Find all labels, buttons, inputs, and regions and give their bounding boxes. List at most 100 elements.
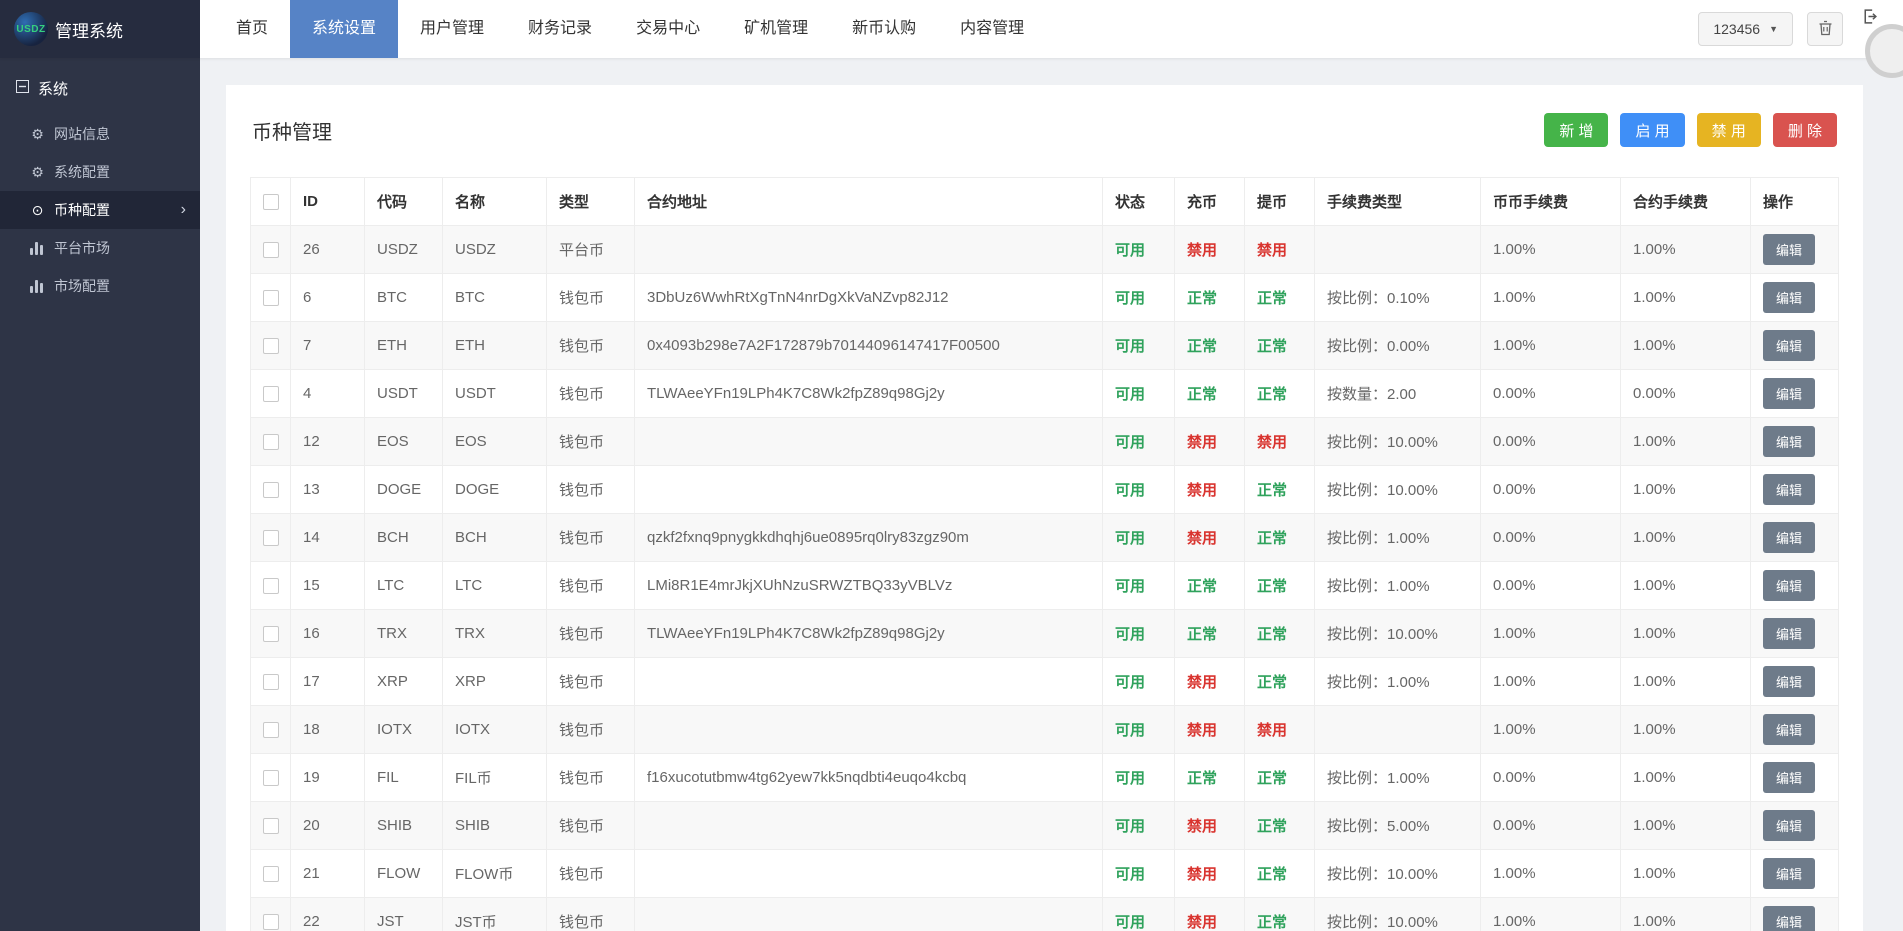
checkbox-cell — [251, 898, 291, 931]
cell-actions: 编辑 — [1751, 850, 1839, 898]
edit-button[interactable]: 编辑 — [1763, 234, 1815, 265]
cell-id: 16 — [291, 610, 365, 658]
cell-contract-fee: 1.00% — [1621, 466, 1751, 514]
row-checkbox[interactable] — [263, 914, 279, 930]
cell-coin-fee: 0.00% — [1481, 418, 1621, 466]
row-checkbox[interactable] — [263, 578, 279, 594]
table-row: 15 LTC LTC 钱包币 LMi8R1E4mrJkjXUhNzuSRWZTB… — [251, 562, 1839, 610]
topnav-item[interactable]: 交易中心 — [614, 0, 722, 58]
topnav-item[interactable]: 财务记录 — [506, 0, 614, 58]
cell-contract-fee: 0.00% — [1621, 370, 1751, 418]
table-row: 21 FLOW FLOW币 钱包币 可用 禁用 正常 按比例：10.00% 1.… — [251, 850, 1839, 898]
sidebar-item[interactable]: ⚙ 系统配置 — [0, 153, 200, 191]
edit-button[interactable]: 编辑 — [1763, 474, 1815, 505]
sidebar-item[interactable]: ⊙ 币种配置 — [0, 191, 200, 229]
column-header: 币币手续费 — [1481, 178, 1621, 226]
topnav-item[interactable]: 系统设置 — [290, 0, 398, 58]
sidebar-item-label: 平台市场 — [54, 238, 110, 258]
checkbox-cell — [251, 850, 291, 898]
row-checkbox[interactable] — [263, 626, 279, 642]
cell-status: 可用 — [1103, 514, 1175, 562]
row-checkbox[interactable] — [263, 290, 279, 306]
cell-withdraw-status: 正常 — [1245, 466, 1315, 514]
topnav: 首页系统设置用户管理财务记录交易中心矿机管理新币认购内容管理 — [214, 0, 1046, 58]
cell-deposit-status: 正常 — [1175, 610, 1245, 658]
main-content: 币种管理 新 增启 用禁 用删 除 ID代码名称类型合约地址状态充币提币手续费类… — [200, 58, 1903, 931]
row-checkbox[interactable] — [263, 530, 279, 546]
enable-button[interactable]: 启 用 — [1620, 113, 1684, 147]
delete-button[interactable]: 删 除 — [1773, 113, 1837, 147]
table-row: 13 DOGE DOGE 钱包币 可用 禁用 正常 按比例：10.00% 0.0… — [251, 466, 1839, 514]
edit-button[interactable]: 编辑 — [1763, 906, 1815, 931]
topnav-item[interactable]: 新币认购 — [830, 0, 938, 58]
table-body: 26 USDZ USDZ 平台币 可用 禁用 禁用 1.00% 1.00% 编辑… — [251, 226, 1839, 931]
edit-button[interactable]: 编辑 — [1763, 378, 1815, 409]
edit-button[interactable]: 编辑 — [1763, 522, 1815, 553]
cell-name: TRX — [443, 610, 547, 658]
cell-withdraw-status: 禁用 — [1245, 706, 1315, 754]
edit-button[interactable]: 编辑 — [1763, 330, 1815, 361]
topnav-item[interactable]: 矿机管理 — [722, 0, 830, 58]
cell-id: 19 — [291, 754, 365, 802]
edit-button[interactable]: 编辑 — [1763, 810, 1815, 841]
sidebar-item[interactable]: 市场配置 — [0, 267, 200, 305]
column-header: 类型 — [547, 178, 635, 226]
trash-icon — [1818, 20, 1833, 39]
trash-button[interactable] — [1807, 12, 1843, 46]
cell-deposit-status: 禁用 — [1175, 514, 1245, 562]
cell-type: 钱包币 — [547, 898, 635, 931]
cell-code: DOGE — [365, 466, 443, 514]
edit-button[interactable]: 编辑 — [1763, 426, 1815, 457]
edit-button[interactable]: 编辑 — [1763, 618, 1815, 649]
row-checkbox[interactable] — [263, 242, 279, 258]
topnav-item[interactable]: 首页 — [214, 0, 290, 58]
cell-id: 15 — [291, 562, 365, 610]
row-checkbox[interactable] — [263, 434, 279, 450]
edit-button[interactable]: 编辑 — [1763, 570, 1815, 601]
cell-contract-address: TLWAeeYFn19LPh4K7C8Wk2fpZ89q98Gj2y — [635, 610, 1103, 658]
user-dropdown[interactable]: 123456 ▼ — [1698, 12, 1793, 46]
cell-deposit-status: 禁用 — [1175, 226, 1245, 274]
cell-fee-type: 按比例：1.00% — [1315, 562, 1481, 610]
table-row: 14 BCH BCH 钱包币 qzkf2fxnq9pnygkkdhqhj6ue0… — [251, 514, 1839, 562]
cell-code: LTC — [365, 562, 443, 610]
sidebar: 系统 ⚙ 网站信息 ⚙ 系统配置 ⊙ 币种配置 平台市场 市场配置 — [0, 58, 200, 931]
logout-button[interactable] — [1857, 7, 1881, 29]
cell-actions: 编辑 — [1751, 562, 1839, 610]
row-checkbox[interactable] — [263, 674, 279, 690]
select-all-checkbox[interactable] — [263, 194, 279, 210]
disable-button[interactable]: 禁 用 — [1697, 113, 1761, 147]
cell-contract-fee: 1.00% — [1621, 418, 1751, 466]
topnav-item[interactable]: 用户管理 — [398, 0, 506, 58]
row-checkbox[interactable] — [263, 722, 279, 738]
row-checkbox[interactable] — [263, 386, 279, 402]
row-checkbox[interactable] — [263, 818, 279, 834]
table-row: 19 FIL FIL币 钱包币 f16xucotutbmw4tg62yew7kk… — [251, 754, 1839, 802]
row-checkbox[interactable] — [263, 866, 279, 882]
cell-type: 钱包币 — [547, 754, 635, 802]
sidebar-section-system[interactable]: 系统 — [0, 58, 200, 115]
topnav-item[interactable]: 内容管理 — [938, 0, 1046, 58]
row-checkbox[interactable] — [263, 482, 279, 498]
cell-deposit-status: 正常 — [1175, 370, 1245, 418]
column-header: 提币 — [1245, 178, 1315, 226]
cell-contract-fee: 1.00% — [1621, 562, 1751, 610]
cell-contract-address — [635, 466, 1103, 514]
checkbox-cell — [251, 274, 291, 322]
edit-button[interactable]: 编辑 — [1763, 714, 1815, 745]
sidebar-item[interactable]: 平台市场 — [0, 229, 200, 267]
row-checkbox[interactable] — [263, 338, 279, 354]
edit-button[interactable]: 编辑 — [1763, 762, 1815, 793]
cell-actions: 编辑 — [1751, 370, 1839, 418]
edit-button[interactable]: 编辑 — [1763, 282, 1815, 313]
edit-button[interactable]: 编辑 — [1763, 666, 1815, 697]
row-checkbox[interactable] — [263, 770, 279, 786]
table-row: 6 BTC BTC 钱包币 3DbUz6WwhRtXgTnN4nrDgXkVaN… — [251, 274, 1839, 322]
cell-type: 钱包币 — [547, 370, 635, 418]
gear-icon: ⚙ — [30, 165, 45, 179]
cell-contract-address: LMi8R1E4mrJkjXUhNzuSRWZTBQ33yVBLVz — [635, 562, 1103, 610]
cell-coin-fee: 1.00% — [1481, 658, 1621, 706]
add-button[interactable]: 新 增 — [1544, 113, 1608, 147]
edit-button[interactable]: 编辑 — [1763, 858, 1815, 889]
sidebar-item[interactable]: ⚙ 网站信息 — [0, 115, 200, 153]
